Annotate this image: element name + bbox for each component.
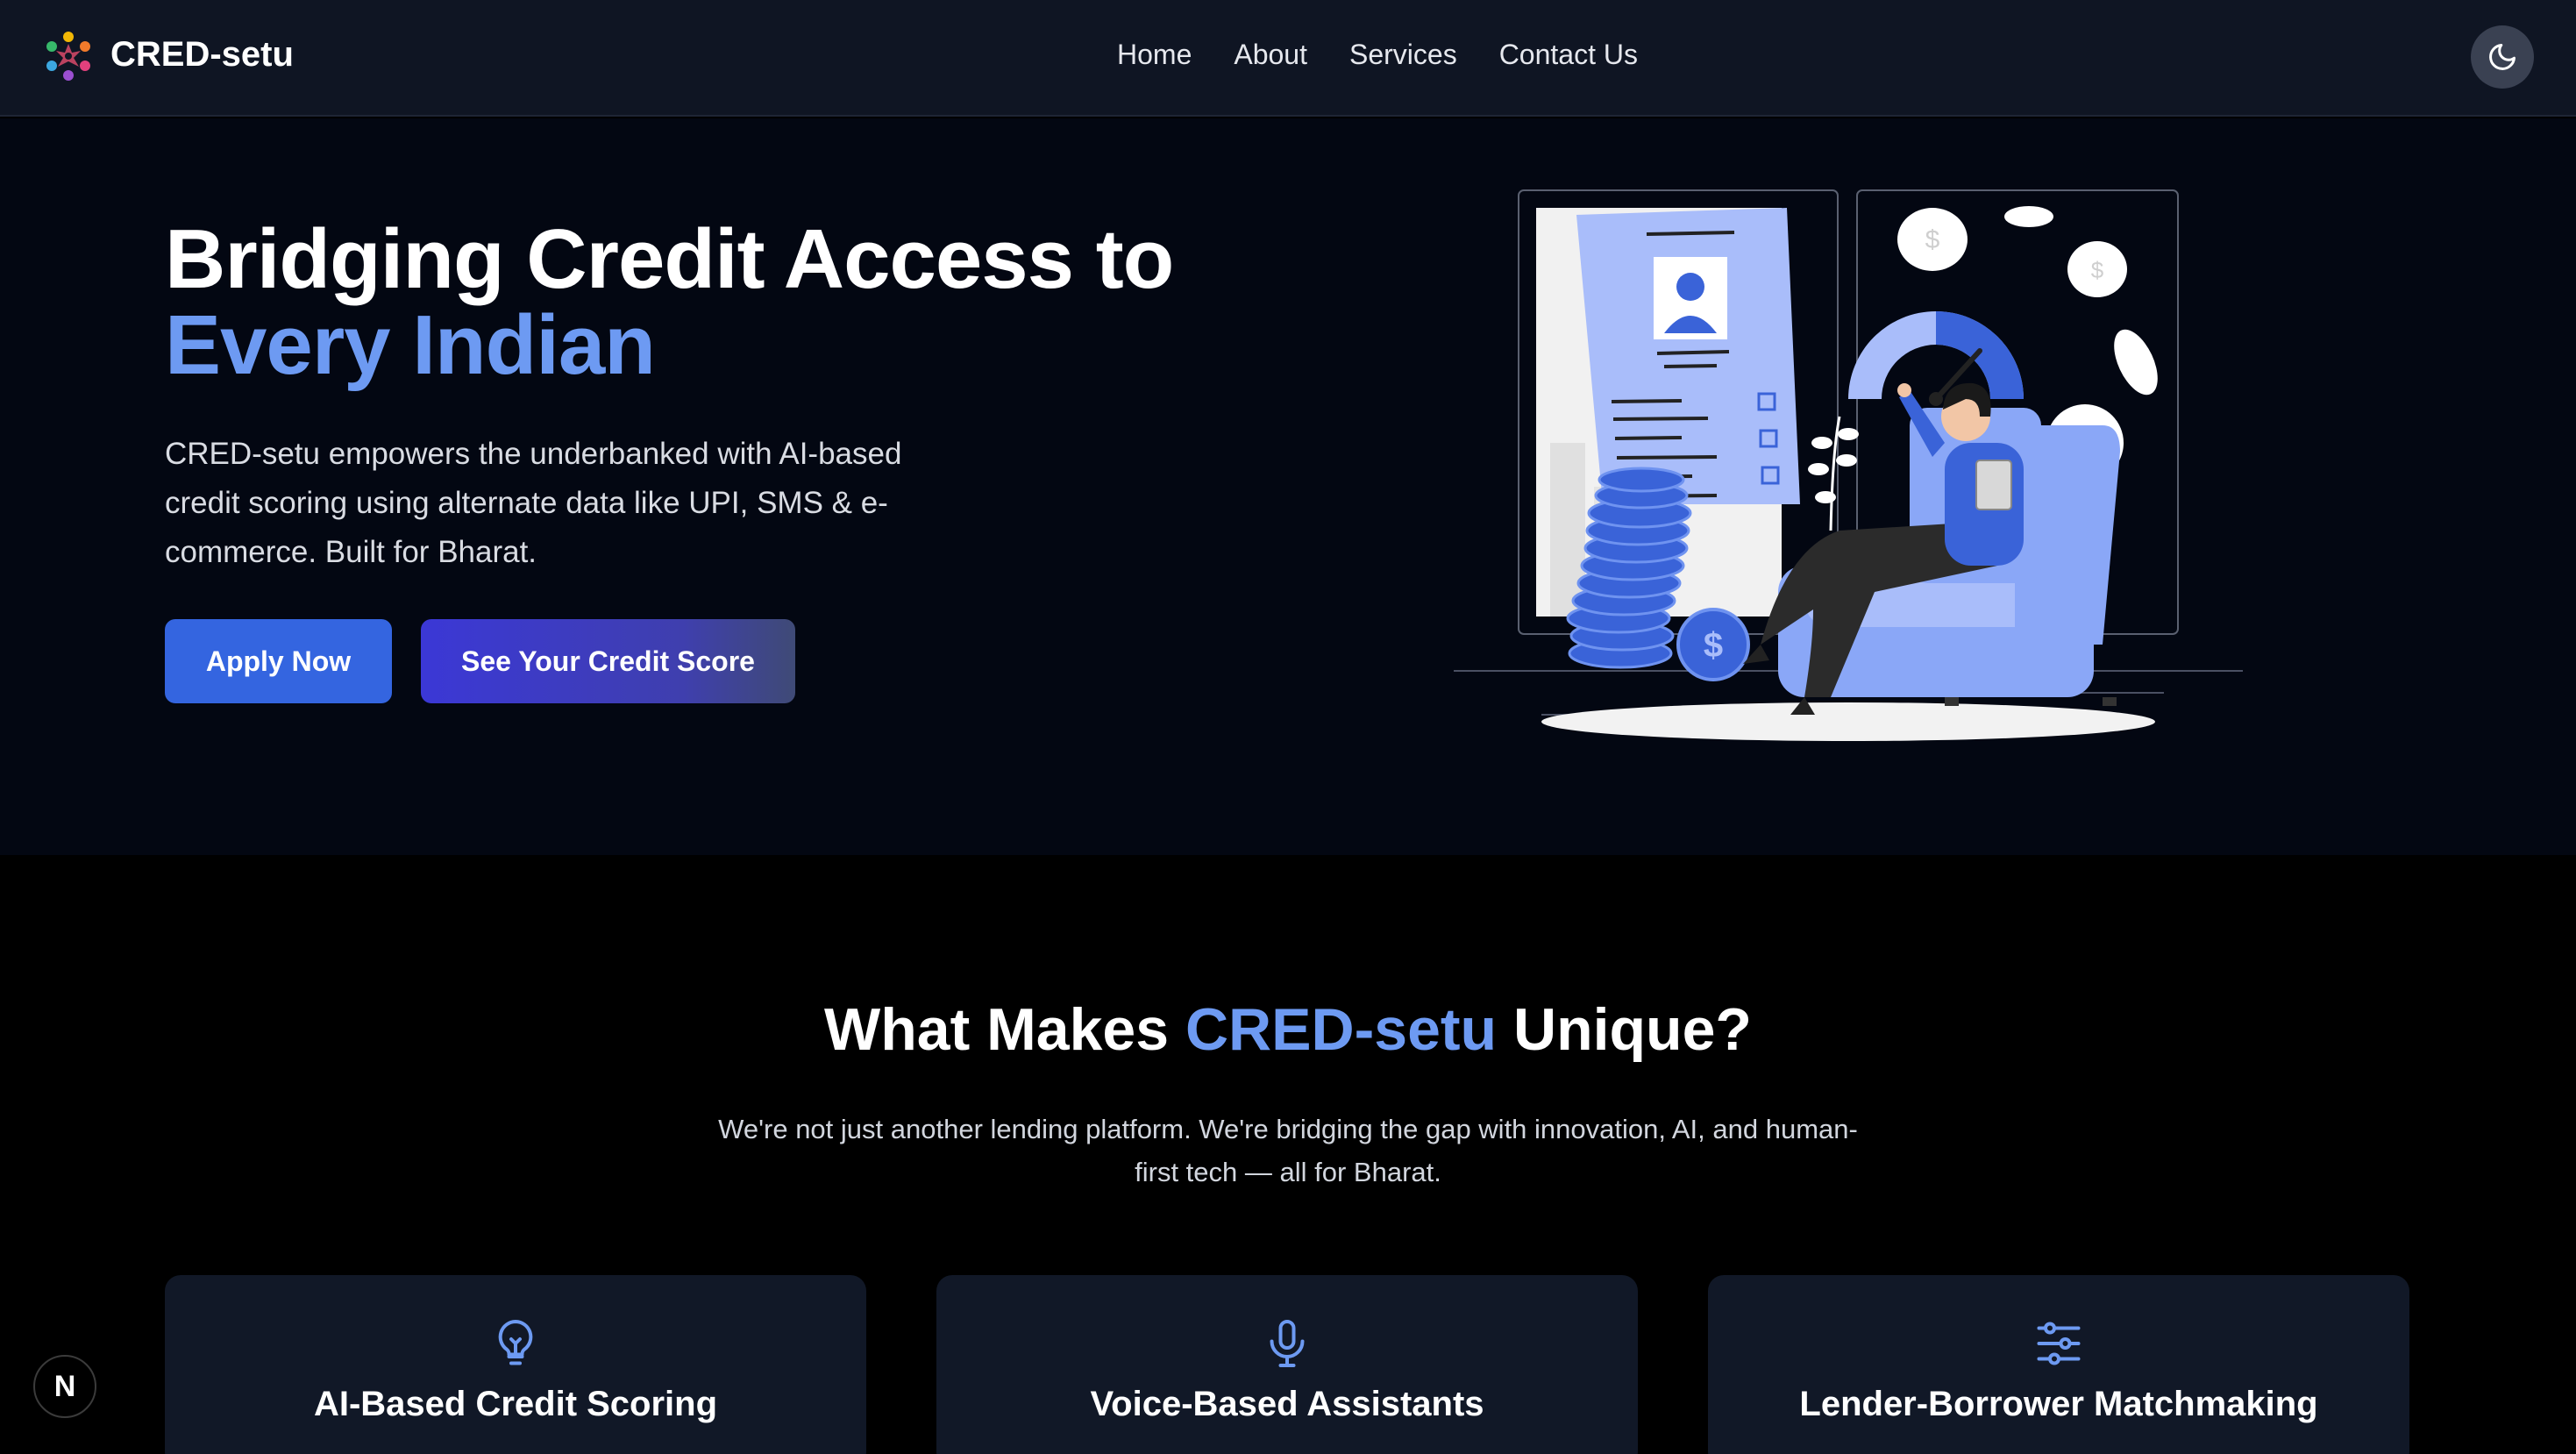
nav-link-home[interactable]: Home xyxy=(1117,39,1192,71)
moon-icon xyxy=(2489,44,2516,70)
features-section: What Makes CRED-setu Unique? We're not j… xyxy=(0,855,2576,1454)
sliders-icon xyxy=(2037,1322,2081,1365)
lightbulb-icon xyxy=(498,1320,533,1365)
hero-title: Bridging Credit Access to Every Indian xyxy=(165,217,1174,388)
see-credit-score-button[interactable]: See Your Credit Score xyxy=(421,619,795,703)
features-title: What Makes CRED-setu Unique? xyxy=(0,995,2576,1064)
nav-link-services[interactable]: Services xyxy=(1349,39,1457,71)
feature-card-title: Lender-Borrower Matchmaking xyxy=(1799,1385,2318,1423)
brand-name[interactable]: CRED-setu xyxy=(110,35,294,75)
hero-description: CRED-setu empowers the underbanked with … xyxy=(165,437,902,569)
hero-title-line1: Bridging Credit Access to xyxy=(165,212,1174,306)
features-title-accent: CRED-setu xyxy=(1185,996,1498,1063)
navbar: CRED-setu Home About Services Contact Us xyxy=(0,0,2576,117)
features-title-prefix: What Makes xyxy=(824,996,1185,1063)
logo-icon[interactable] xyxy=(39,26,98,86)
feature-card-matchmaking[interactable]: Lender-Borrower Matchmaking xyxy=(1708,1275,2409,1454)
nav-link-contact[interactable]: Contact Us xyxy=(1499,39,1638,71)
features-description: We're not just another lending platform.… xyxy=(718,1114,1858,1187)
svg-text:$: $ xyxy=(1704,626,1723,665)
nav-link-about[interactable]: About xyxy=(1234,39,1307,71)
dev-tools-badge[interactable]: N xyxy=(33,1355,96,1418)
feature-card-title: AI-Based Credit Scoring xyxy=(313,1385,718,1423)
feature-card-voice-assistants[interactable]: Voice-Based Assistants xyxy=(936,1275,1638,1454)
main-nav: Home About Services Contact Us xyxy=(1117,39,1638,71)
hero-title-accent: Every Indian xyxy=(165,298,656,392)
feature-card-title: Voice-Based Assistants xyxy=(1090,1385,1484,1423)
hero-section: Bridging Credit Access to Every Indian C… xyxy=(0,118,2576,855)
microphone-icon xyxy=(1270,1320,1305,1367)
apply-now-button[interactable]: Apply Now xyxy=(165,619,392,703)
svg-text:$: $ xyxy=(2091,257,2104,283)
feature-card-ai-scoring[interactable]: AI-Based Credit Scoring xyxy=(165,1275,866,1454)
svg-text:$: $ xyxy=(1925,225,1940,254)
hero-illustration: $ $ $ $ xyxy=(1454,189,2243,741)
theme-toggle-button[interactable] xyxy=(2471,25,2534,89)
features-title-suffix: Unique? xyxy=(1497,996,1752,1063)
